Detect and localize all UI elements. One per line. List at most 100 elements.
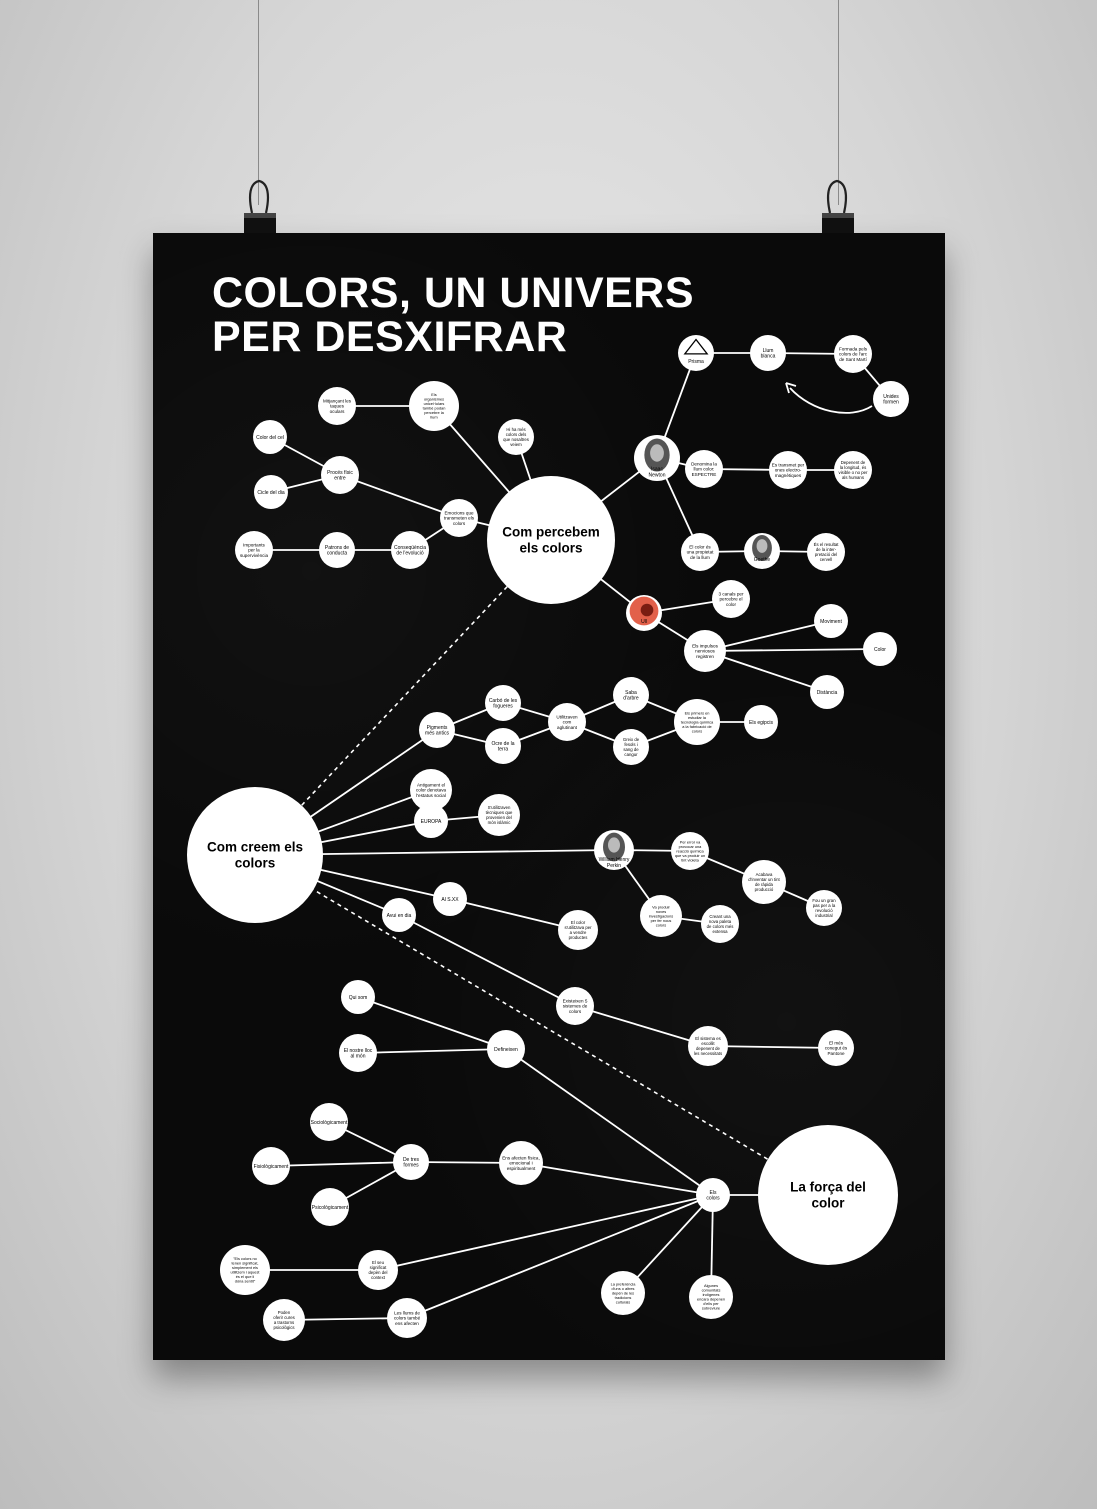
- node-label: Fisiològicament: [254, 1164, 289, 1170]
- node-lesllums: Les llums de colors també ens afecten: [387, 1298, 427, 1338]
- node-distancia: Distància: [810, 675, 844, 709]
- hub-node-hub3: La força del color: [758, 1125, 898, 1265]
- node-label-line: El més: [829, 1040, 844, 1045]
- node-label-line: extensa: [712, 929, 728, 934]
- node-label-line: aglutinant: [557, 725, 578, 730]
- node-creantuna: Creant una nova paleta de colors més extens…: [701, 905, 739, 943]
- node-resultat: És el resultat de la inter-pretació del ce…: [807, 533, 845, 571]
- node-label-line: colors: [706, 1196, 720, 1202]
- node-label-line: culturals: [616, 1299, 631, 1304]
- node-label-line: Emocions que: [444, 510, 474, 515]
- node-label-line: els colors: [519, 541, 582, 556]
- node-label: Color: [874, 647, 886, 653]
- node-preferencia: La preferència d'uns o altres depèn de les…: [601, 1271, 645, 1315]
- node-formada: Formada pels colors de l'arc de Sant Martí: [834, 335, 872, 373]
- node-label-line: sobreviure: [702, 1306, 720, 1311]
- node-label-line: colors: [692, 728, 702, 733]
- node-sociologicament: Sociològicament: [310, 1103, 348, 1141]
- node-label-line: Avui en dia: [387, 913, 412, 919]
- node-colornode: Color: [863, 632, 897, 666]
- node-label-line: les necessitats: [694, 1051, 722, 1056]
- node-podenoferir: Poden oferir cures a trastorns psicològics: [263, 1299, 305, 1341]
- node-label-line: veiem: [510, 442, 522, 447]
- node-label-line: tint violeta: [681, 857, 699, 862]
- node-moviment: Moviment: [814, 604, 848, 638]
- node-label-line: Importants: [243, 542, 265, 547]
- node-label: Els egipcis: [749, 720, 773, 726]
- node-error: Per error va provocar una reacció química q…: [671, 832, 709, 870]
- node-label: Patrons de conducta: [325, 545, 349, 557]
- edge-elscolors-lesllums: [406, 1194, 714, 1319]
- node-label-line: entre: [334, 476, 346, 482]
- node-label-line: Newton: [649, 472, 666, 478]
- node-label-line: colors: [656, 922, 666, 927]
- hub-node-hub1: Com percebem els colors: [487, 476, 615, 604]
- node-ensafecten: Ens afecten física, emocional i espiritual…: [499, 1141, 543, 1185]
- node-avui: Avui en dia: [382, 898, 416, 932]
- node-label-line: Antigament el: [417, 782, 445, 787]
- node-label-line: Existeixen 5: [563, 998, 588, 1003]
- node-label: Color del cel: [256, 435, 284, 441]
- node-pigments: Pigments més antics: [419, 712, 455, 748]
- node-mitjancant: Mitjançant les taques oculars: [318, 387, 356, 425]
- node-organismes: Els organismes unicel·lulars també podan per…: [409, 381, 459, 431]
- node-label-line: Perkin: [607, 863, 621, 869]
- node-label-line: conegut és: [825, 1046, 848, 1051]
- node-elscolors: Els colors: [696, 1178, 730, 1212]
- node-egipcis: Els egipcis: [744, 705, 778, 739]
- node-saba: Saba d'arbre: [613, 677, 649, 713]
- node-unides: Unides formen: [873, 381, 909, 417]
- node-label-line: conducta: [327, 551, 348, 557]
- node-label: Moviment: [820, 619, 842, 625]
- node-carbo: Carbó de les fogueres: [485, 685, 521, 721]
- node-prisma: Prisma: [678, 335, 714, 371]
- node-label-line: 3 canals per: [718, 591, 743, 596]
- node-europa: EUROPA: [414, 804, 448, 838]
- node-elnostre: El nostre lloc al món: [339, 1034, 377, 1072]
- node-label: Les llums de colors també ens afecten: [394, 1310, 421, 1326]
- node-label: Saba d'arbre: [623, 690, 639, 702]
- curved-arrow-icon: [789, 387, 873, 414]
- node-label-line: La força del: [790, 1180, 866, 1195]
- node-psicologicament: Psicològicament: [311, 1188, 349, 1226]
- node-label-line: blanca: [761, 354, 776, 360]
- node-llum: Llum blanca: [750, 335, 786, 371]
- node-label-line: fogueres: [493, 704, 513, 710]
- node-label-line: psicològics: [273, 1325, 294, 1330]
- node-label: Greix de fesols i sang de cangur: [623, 737, 640, 757]
- node-label-line: registren: [696, 654, 714, 659]
- node-label-line: Color del cel: [256, 435, 284, 441]
- node-label-line: color: [811, 1196, 845, 1211]
- node-label: Cicle del dia: [257, 490, 284, 496]
- node-label-line: Denomina la: [691, 461, 717, 466]
- node-label: De tres formes: [403, 1157, 420, 1169]
- node-label-line: de la llum: [690, 555, 710, 560]
- node-label-line: formes: [403, 1163, 419, 1169]
- node-label: Formada pels colors de l'arc de Sant Martí: [839, 346, 868, 362]
- node-label-line: Ull: [641, 619, 647, 625]
- node-label-line: Sociològicament: [311, 1120, 348, 1126]
- node-colorcel: Color del cel: [253, 420, 287, 454]
- node-label: S'utilitzaven tècniques que provenien del m…: [486, 805, 513, 825]
- node-label-line: colors també: [394, 1316, 421, 1321]
- node-acabava: Acabava d'inventar un tint de ràpida produc…: [742, 860, 786, 904]
- node-label-line: Utilitzaven: [556, 714, 578, 719]
- node-emocions: Emocions que transmeten els colors: [440, 499, 478, 537]
- node-hihamesa: Hi ha més colors dels que nosaltres veiem: [498, 419, 534, 455]
- node-label-line: productes: [569, 935, 588, 940]
- node-label-line: cangur: [624, 752, 638, 757]
- node-label-line: Psicològicament: [312, 1205, 349, 1211]
- node-label: Ull: [641, 619, 647, 625]
- node-label-line: Goethe: [754, 557, 771, 563]
- node-consequencia: Conseqüència de l'evolució: [391, 531, 429, 569]
- node-sistema: El sistema es escollit depenent de les nece…: [688, 1026, 728, 1066]
- node-patrons: Patrons de conducta: [319, 532, 355, 568]
- node-label-line: Les llums de: [394, 1310, 420, 1315]
- node-label-line: EUROPA: [421, 819, 442, 825]
- node-label: Conseqüència de l'evolució: [394, 545, 426, 557]
- node-label-line: Defineixen: [494, 1047, 518, 1053]
- edge-avui-existeixen: [398, 914, 576, 1007]
- node-label-line: industrial: [815, 913, 832, 918]
- node-label-line: colors: [235, 856, 276, 871]
- node-elcolor: El color s'utilitzava per a vendre producte…: [558, 910, 598, 950]
